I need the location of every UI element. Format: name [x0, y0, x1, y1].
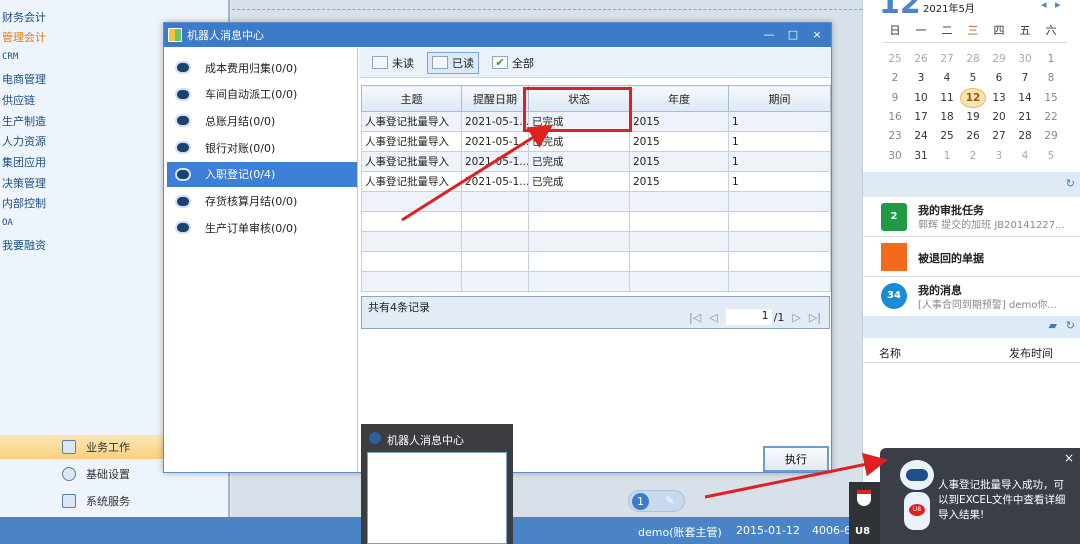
- arrow-to-status: [401, 124, 554, 222]
- annotation-arrows: [401, 124, 888, 499]
- arrow-to-notification: [704, 452, 888, 499]
